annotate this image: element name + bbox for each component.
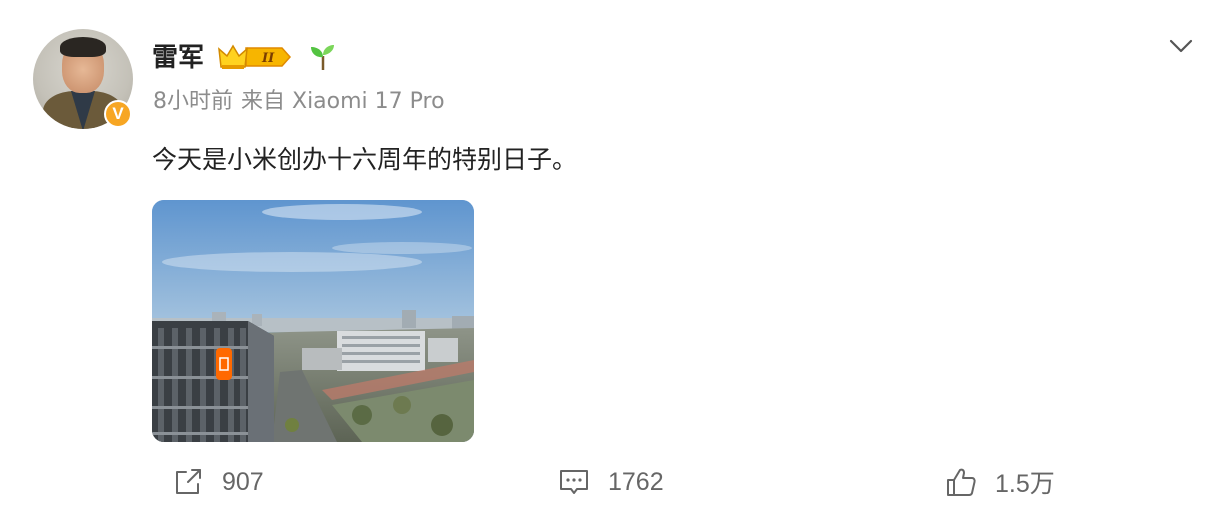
comment-icon xyxy=(560,470,588,494)
sprout-icon[interactable] xyxy=(308,42,338,72)
repost-button[interactable]: 907 xyxy=(172,462,264,502)
like-button[interactable]: 1.5万 xyxy=(945,462,1055,502)
verified-badge: V xyxy=(104,100,132,128)
post-meta: 8小时前 来自 Xiaomi 17 Pro xyxy=(153,86,445,118)
like-count: 1.5万 xyxy=(995,470,1055,498)
comment-count: 1762 xyxy=(608,467,664,496)
repost-icon xyxy=(176,469,201,494)
post-text: 今天是小米创办十六周年的特别日子。 xyxy=(152,145,578,174)
crown-level-icon[interactable]: II xyxy=(218,43,292,71)
avatar-hair xyxy=(60,37,106,57)
like-icon xyxy=(947,468,976,496)
chevron-down-icon[interactable] xyxy=(1168,33,1194,59)
repost-count: 907 xyxy=(222,467,264,496)
comment-button[interactable]: 1762 xyxy=(558,462,664,502)
post-image[interactable] xyxy=(152,200,474,442)
xiaomi-logo xyxy=(216,348,232,380)
post-source[interactable]: 来自 Xiaomi 17 Pro xyxy=(241,89,445,114)
svg-text:II: II xyxy=(261,51,275,66)
post-time: 8小时前 xyxy=(153,89,233,114)
username[interactable]: 雷军 xyxy=(152,40,204,76)
